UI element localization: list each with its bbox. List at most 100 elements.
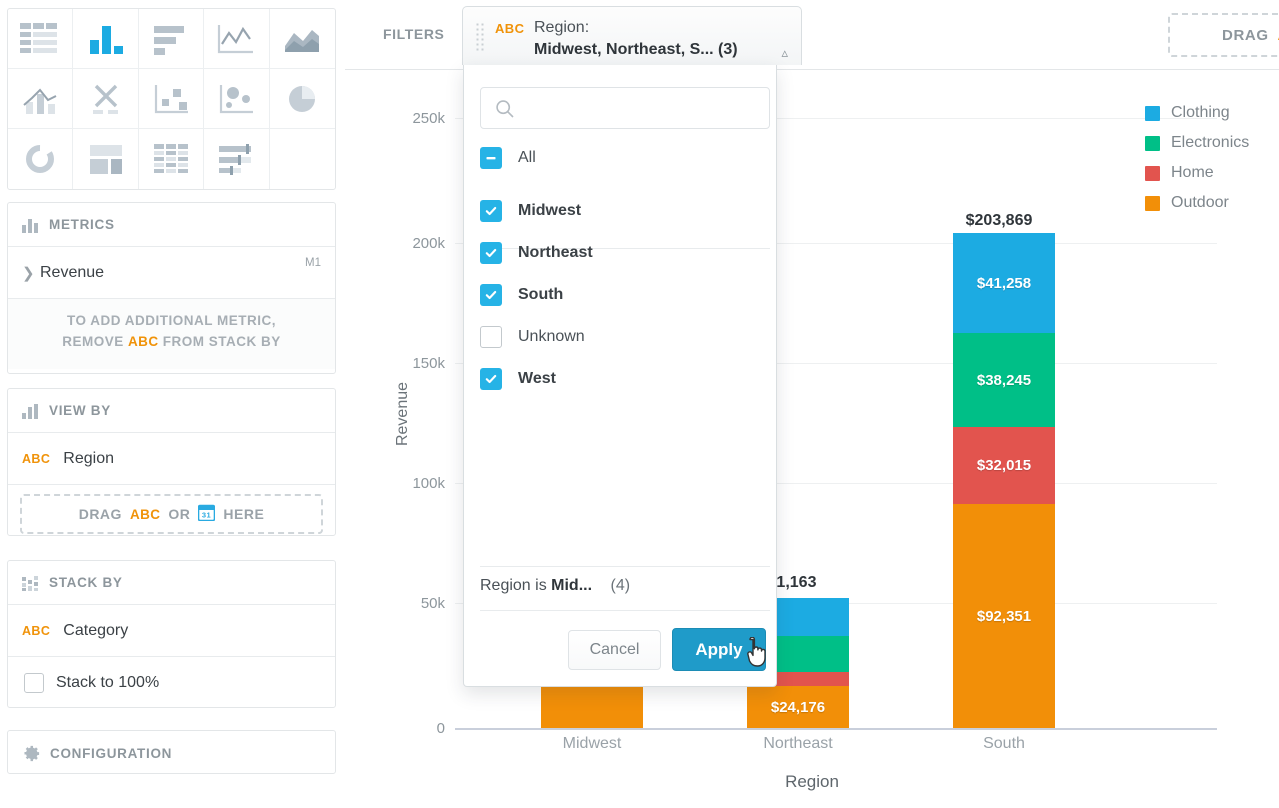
viz-type-area-chart-icon[interactable] xyxy=(270,9,335,69)
checkbox-northeast[interactable] xyxy=(480,242,502,264)
legend-swatch-home xyxy=(1145,166,1160,181)
viz-type-donut-chart-icon[interactable] xyxy=(8,129,73,189)
option-row-south[interactable]: South xyxy=(480,280,563,310)
view-by-dropzone[interactable]: DRAG ABC OR 31 HERE xyxy=(20,494,323,534)
search-icon xyxy=(495,99,515,124)
drag-grip-icon[interactable] xyxy=(475,22,485,52)
filters-dropzone[interactable]: DRAG ABC OR 31 HERE xyxy=(1168,13,1279,57)
viz-type-empty-cell-icon xyxy=(270,129,335,189)
legend-label-clothing: Clothing xyxy=(1171,104,1230,122)
y-axis-label: Revenue xyxy=(394,344,412,484)
bar-segment-home-south[interactable]: $32,015 xyxy=(953,427,1055,504)
bar-segment-electronics-south[interactable]: $38,245 xyxy=(953,333,1055,427)
metrics-hint: TO ADD ADDITIONAL METRIC, REMOVE ABC FRO… xyxy=(8,299,335,369)
bar-segment-outdoor-northeast[interactable]: $24,176 xyxy=(747,686,849,728)
stack-by-header: STACK BY xyxy=(8,561,335,605)
column-chart-icon xyxy=(22,217,40,233)
legend-item-outdoor[interactable]: Outdoor xyxy=(1145,188,1249,218)
view-by-field-region[interactable]: ABC Region xyxy=(8,433,335,485)
checkbox-west[interactable] xyxy=(480,368,502,390)
filter-pill-region[interactable]: ABC Region: Midwest, Northeast, S... (3)… xyxy=(462,6,802,65)
search-input[interactable] xyxy=(525,88,765,128)
legend-label-electronics: Electronics xyxy=(1171,134,1249,152)
stack-to-100-checkbox[interactable] xyxy=(24,673,44,693)
x-axis-line xyxy=(455,728,1217,730)
viz-type-scatter-x-icon[interactable] xyxy=(73,69,138,129)
option-row-west[interactable]: West xyxy=(480,364,556,394)
abc-type-icon: ABC xyxy=(128,334,158,349)
apply-button[interactable]: Apply xyxy=(672,628,766,671)
filter-dropdown-panel: All Midwest Northeast South Unknown xyxy=(463,65,777,687)
legend-swatch-outdoor xyxy=(1145,196,1160,211)
bar-segment-outdoor-south[interactable]: $92,351 xyxy=(953,504,1055,728)
viz-type-column-chart-icon[interactable] xyxy=(73,9,138,69)
option-row-all[interactable]: All xyxy=(480,143,536,173)
viz-type-box-plot-icon[interactable] xyxy=(139,69,204,129)
option-row-midwest[interactable]: Midwest xyxy=(480,196,581,226)
viz-type-gauge-list-icon[interactable] xyxy=(204,129,269,189)
configuration-panel[interactable]: CONFIGURATION xyxy=(7,730,336,774)
filter-pill-value-summary: Midwest, Northeast, S... (3) xyxy=(534,41,738,59)
view-by-panel: VIEW BY ABC Region DRAG ABC OR 31 HERE xyxy=(7,388,336,536)
view-by-field-label: Region xyxy=(63,450,114,468)
viz-type-pivot-table-icon[interactable] xyxy=(139,129,204,189)
dropdown-search-box[interactable] xyxy=(480,87,770,129)
option-row-northeast[interactable]: Northeast xyxy=(480,238,593,268)
option-row-unknown[interactable]: Unknown xyxy=(480,322,585,352)
legend-item-home[interactable]: Home xyxy=(1145,158,1249,188)
bar-segment-clothing-south[interactable]: $41,258 xyxy=(953,233,1055,333)
viz-type-kpi-layout-icon[interactable] xyxy=(73,129,138,189)
ytick-0: 0 xyxy=(375,720,445,737)
legend-swatch-clothing xyxy=(1145,106,1160,121)
summary-top-divider xyxy=(480,566,770,567)
chevron-up-icon[interactable]: ▵ xyxy=(781,45,788,61)
stack-by-title: STACK BY xyxy=(49,575,123,590)
stack-by-panel: STACK BY ABC Category Stack to 100% xyxy=(7,560,336,708)
configuration-title: CONFIGURATION xyxy=(50,746,172,761)
left-sidebar: METRICS ❯ Revenue M1 TO ADD ADDITIONAL M… xyxy=(0,0,345,808)
stack-to-100-label: Stack to 100% xyxy=(56,674,159,692)
xtick-south: South xyxy=(919,735,1089,753)
filters-bar: FILTERS ABC Region: Midwest, Northeast, … xyxy=(345,0,1279,70)
viz-type-combo-chart-icon[interactable] xyxy=(8,69,73,129)
filter-summary-prefix: Region is xyxy=(480,577,547,594)
abc-type-icon: ABC xyxy=(130,507,160,522)
stack-by-field-label: Category xyxy=(63,622,128,640)
bar-total-south: $203,869 xyxy=(914,212,1084,230)
checkbox-south[interactable] xyxy=(480,284,502,306)
legend-item-clothing[interactable]: Clothing xyxy=(1145,98,1249,128)
viz-type-bubble-chart-icon[interactable] xyxy=(204,69,269,129)
viz-type-table-icon[interactable] xyxy=(8,9,73,69)
filter-summary-value: Mid... xyxy=(551,577,592,594)
checkbox-all[interactable] xyxy=(480,147,502,169)
visualization-type-picker[interactable] xyxy=(7,8,336,190)
xtick-midwest: Midwest xyxy=(507,735,677,753)
configuration-header[interactable]: CONFIGURATION xyxy=(8,731,335,775)
viz-type-pie-chart-icon[interactable] xyxy=(270,69,335,129)
checkbox-midwest[interactable] xyxy=(480,200,502,222)
viz-type-bar-chart-icon[interactable] xyxy=(139,9,204,69)
metrics-panel: METRICS ❯ Revenue M1 TO ADD ADDITIONAL M… xyxy=(7,202,336,374)
checkbox-unknown[interactable] xyxy=(480,326,502,348)
dropzone-drag-text: DRAG xyxy=(79,506,122,522)
ytick-250k: 250k xyxy=(375,110,445,127)
legend-item-electronics[interactable]: Electronics xyxy=(1145,128,1249,158)
stack-by-field-category[interactable]: ABC Category xyxy=(8,605,335,657)
cancel-button[interactable]: Cancel xyxy=(568,630,661,670)
stack-bars-icon xyxy=(22,575,40,591)
legend-swatch-electronics xyxy=(1145,136,1160,151)
filter-summary-count: (4) xyxy=(611,577,631,594)
metric-field-revenue[interactable]: ❯ Revenue M1 xyxy=(8,247,335,299)
dropzone-or-text: OR xyxy=(168,506,190,522)
metrics-hint-line1: TO ADD ADDITIONAL METRIC, xyxy=(24,311,319,332)
viz-type-line-chart-icon[interactable] xyxy=(204,9,269,69)
option-label-midwest: Midwest xyxy=(518,202,581,220)
option-label-all: All xyxy=(518,149,536,167)
metrics-hint-line2: REMOVE ABC FROM STACK BY xyxy=(24,332,319,353)
option-label-south: South xyxy=(518,286,563,304)
x-axis-label: Region xyxy=(742,772,882,792)
filter-summary: Region is Mid... (4) xyxy=(480,577,630,595)
view-by-title: VIEW BY xyxy=(49,403,111,418)
chevron-right-icon[interactable]: ❯ xyxy=(22,264,40,282)
stack-to-100-row[interactable]: Stack to 100% xyxy=(8,657,335,709)
